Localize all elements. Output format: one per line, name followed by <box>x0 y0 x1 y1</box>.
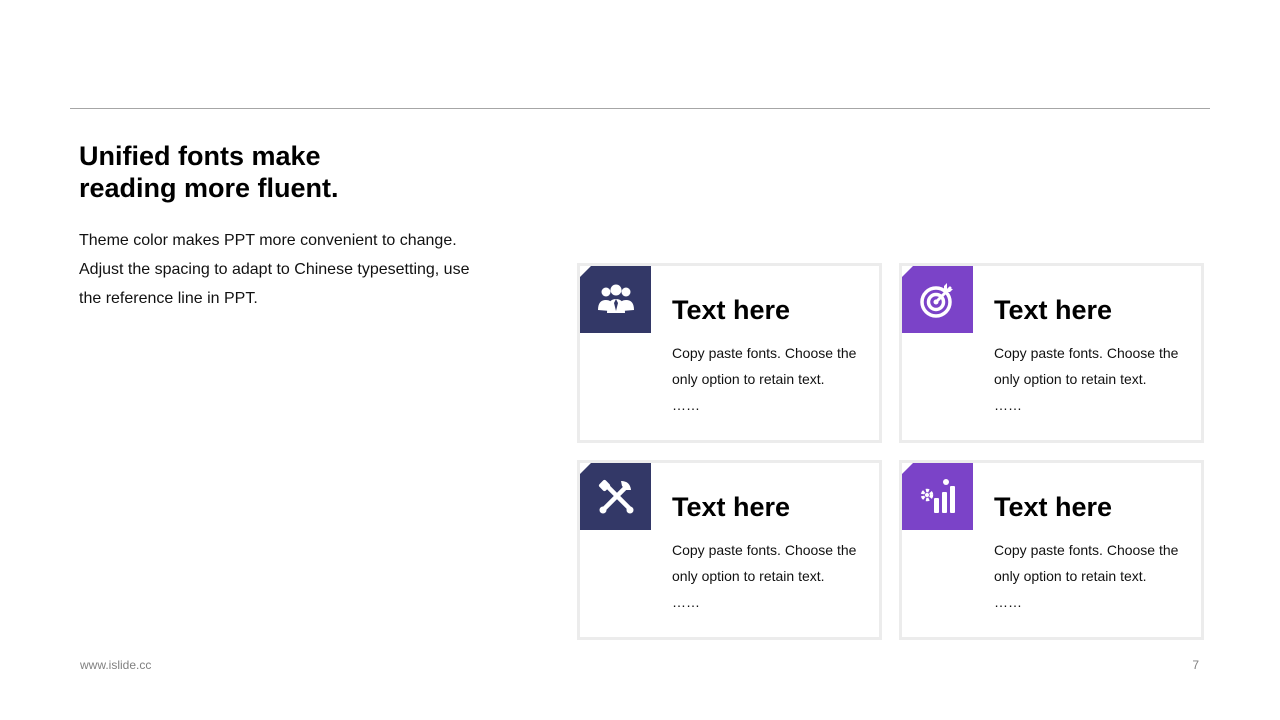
intro-line: Adjust the spacing to adapt to Chinese t… <box>79 261 470 278</box>
card-body-line: Copy paste fonts. Choose the <box>672 542 857 558</box>
icon-tile <box>902 463 973 530</box>
card-ellipsis: …… <box>672 594 700 610</box>
card-title: Text here <box>672 295 791 325</box>
feature-card-2: Text here Copy paste fonts. Choose the on… <box>899 263 1204 443</box>
card-body: Copy paste fonts. Choose the only option … <box>994 537 1194 589</box>
card-body-line: only option to retain text. <box>672 568 825 584</box>
top-divider <box>70 108 1210 109</box>
intro-line: the reference line in PPT. <box>79 290 258 307</box>
feature-card-3: Text here Copy paste fonts. Choose the on… <box>577 460 882 640</box>
icon-tile <box>580 266 651 333</box>
team-icon <box>597 284 634 313</box>
headline-line: reading more fluent. <box>79 173 339 203</box>
headline-line: Unified fonts make <box>79 141 321 171</box>
card-body-line: only option to retain text. <box>672 371 825 387</box>
feature-card-1: Text here Copy paste fonts. Choose the on… <box>577 263 882 443</box>
icon-tile <box>902 266 973 333</box>
intro-paragraph: Theme color makes PPT more convenient to… <box>79 226 499 313</box>
card-title: Text here <box>672 492 791 522</box>
card-ellipsis: …… <box>994 594 1022 610</box>
card-body: Copy paste fonts. Choose the only option … <box>672 537 872 589</box>
tools-icon <box>598 479 633 513</box>
card-ellipsis: …… <box>994 397 1022 413</box>
card-body-line: Copy paste fonts. Choose the <box>672 345 857 361</box>
slide-headline: Unified fonts make reading more fluent. <box>79 140 399 204</box>
intro-line: Theme color makes PPT more convenient to… <box>79 232 457 249</box>
page-number: 7 <box>1192 658 1199 672</box>
chart-gear-icon <box>920 478 955 513</box>
card-body-line: only option to retain text. <box>994 568 1147 584</box>
footer-url: www.islide.cc <box>80 658 152 672</box>
card-title: Text here <box>994 295 1113 325</box>
feature-card-4: Text here Copy paste fonts. Choose the on… <box>899 460 1204 640</box>
target-icon <box>919 282 953 318</box>
card-body-line: only option to retain text. <box>994 371 1147 387</box>
card-body: Copy paste fonts. Choose the only option … <box>672 340 872 392</box>
card-ellipsis: …… <box>672 397 700 413</box>
card-body-line: Copy paste fonts. Choose the <box>994 542 1179 558</box>
card-body-line: Copy paste fonts. Choose the <box>994 345 1179 361</box>
card-body: Copy paste fonts. Choose the only option … <box>994 340 1194 392</box>
icon-tile <box>580 463 651 530</box>
card-title: Text here <box>994 492 1113 522</box>
